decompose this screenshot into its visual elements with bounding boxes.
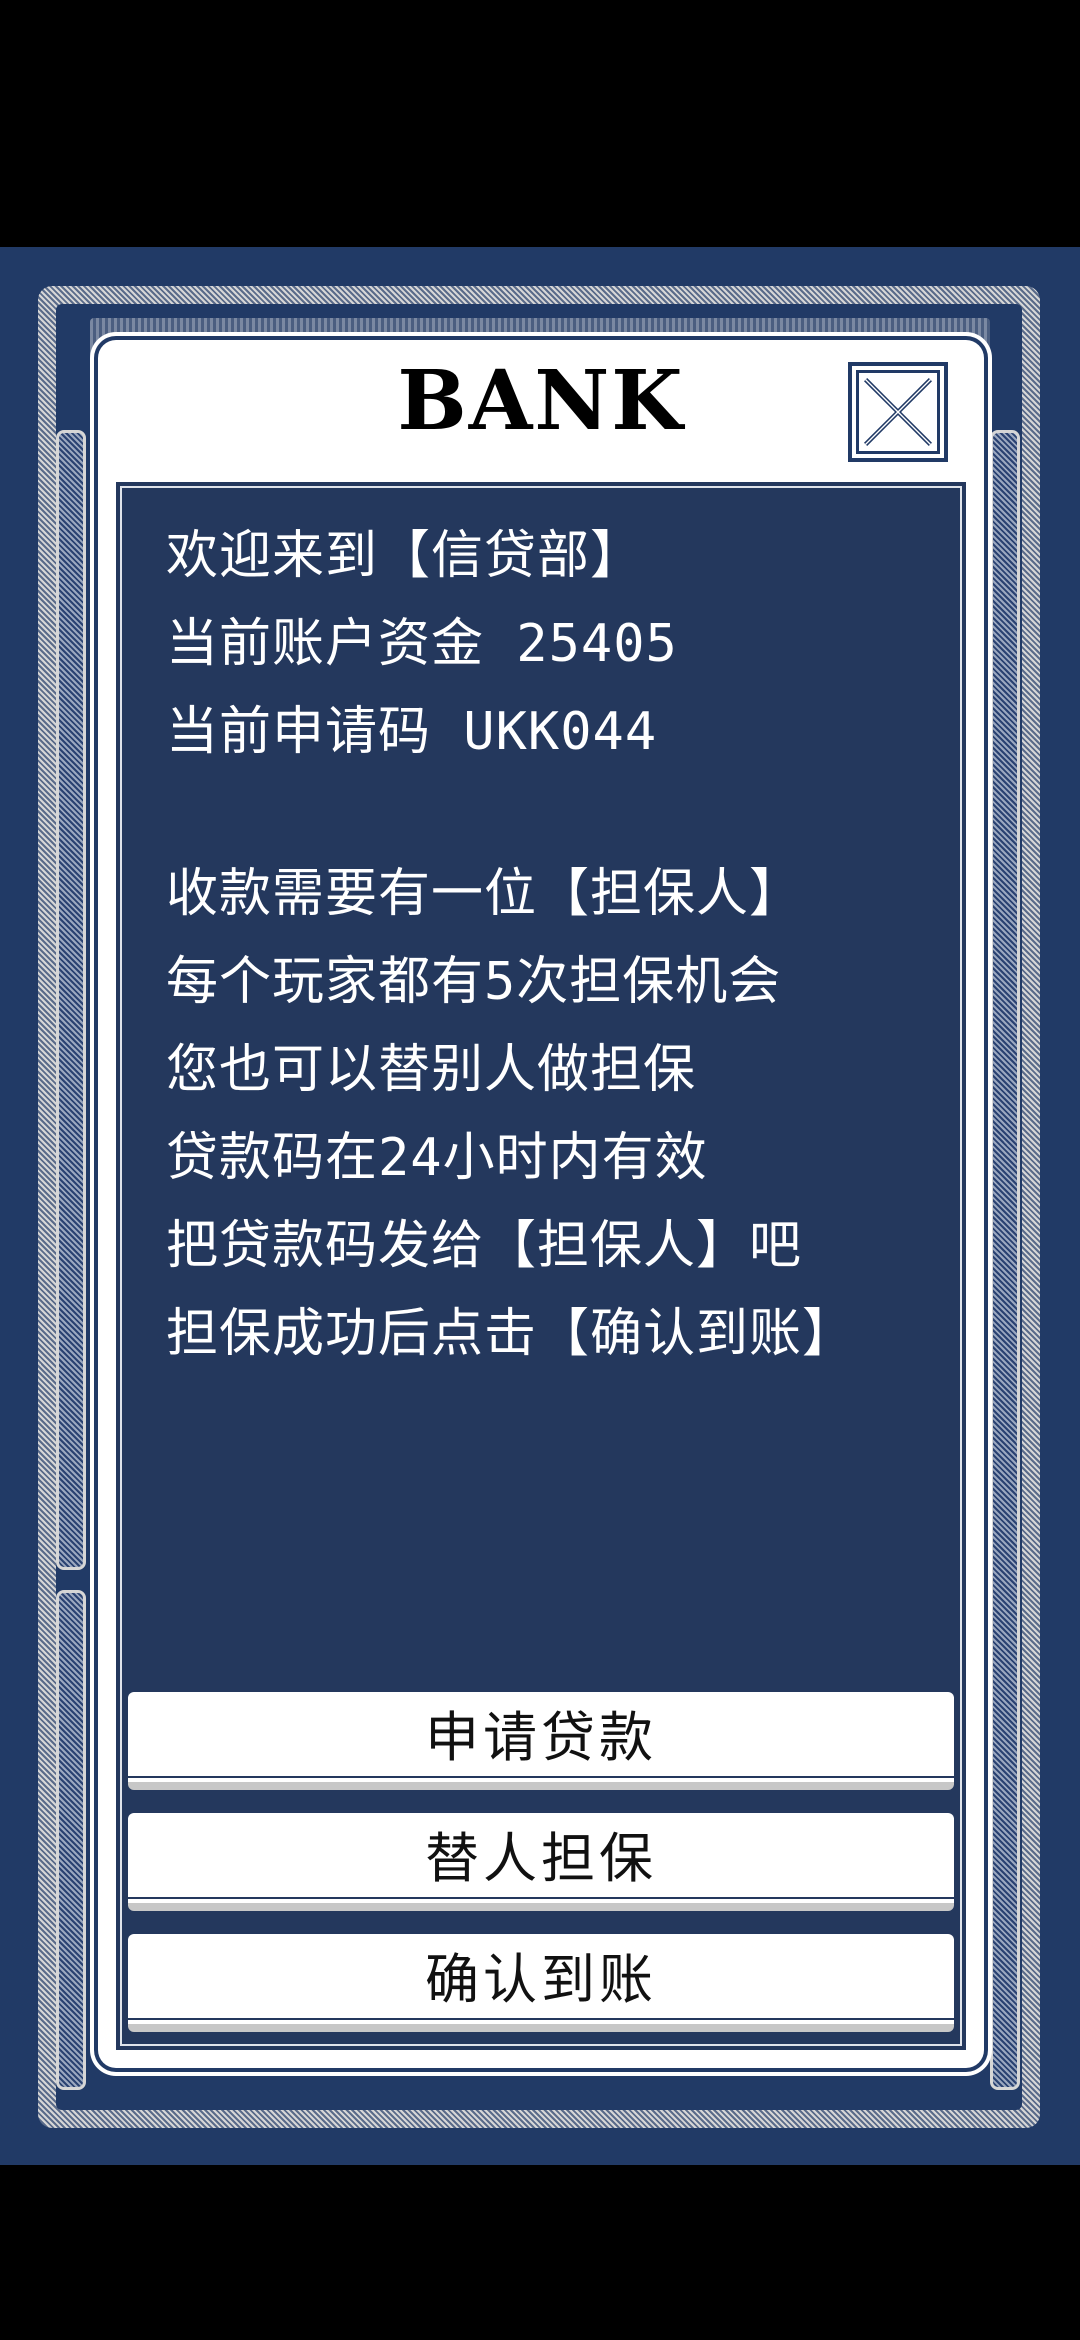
welcome-line: 欢迎来到【信贷部】 (166, 526, 644, 586)
guarantee-others-button[interactable]: 替人担保 (128, 1813, 954, 1911)
send-code-line: 把贷款码发给【担保人】吧 (166, 1216, 803, 1276)
confirm-instruction-line: 担保成功后点击【确认到账】 (166, 1304, 856, 1364)
background-scroll-strip-right (990, 430, 1020, 2090)
loan-info-text: 欢迎来到【信贷部】 当前账户资金 25405 当前申请码 UKK044 收款需要… (166, 512, 946, 1378)
bank-dialog: BANK 欢迎来到【信贷部】 当前账户资金 25405 当前申请码 UKK044… (98, 340, 984, 2068)
balance-line: 当前账户资金 25405 (166, 614, 678, 674)
guarantor-required-line: 收款需要有一位【担保人】 (166, 864, 803, 924)
background-scroll-strip-left-lower (56, 1590, 86, 2090)
close-x-icon (864, 378, 932, 446)
background-scroll-strip-left (56, 430, 86, 1570)
close-button[interactable] (848, 362, 948, 462)
code-validity-line: 贷款码在24小时内有效 (166, 1128, 708, 1188)
guarantee-others-line: 您也可以替别人做担保 (166, 1040, 697, 1100)
application-code-line: 当前申请码 UKK044 (166, 702, 658, 762)
apply-loan-button[interactable]: 申请贷款 (128, 1692, 954, 1790)
confirm-receipt-button[interactable]: 确认到账 (128, 1934, 954, 2032)
guarantee-chances-line: 每个玩家都有5次担保机会 (166, 952, 782, 1012)
